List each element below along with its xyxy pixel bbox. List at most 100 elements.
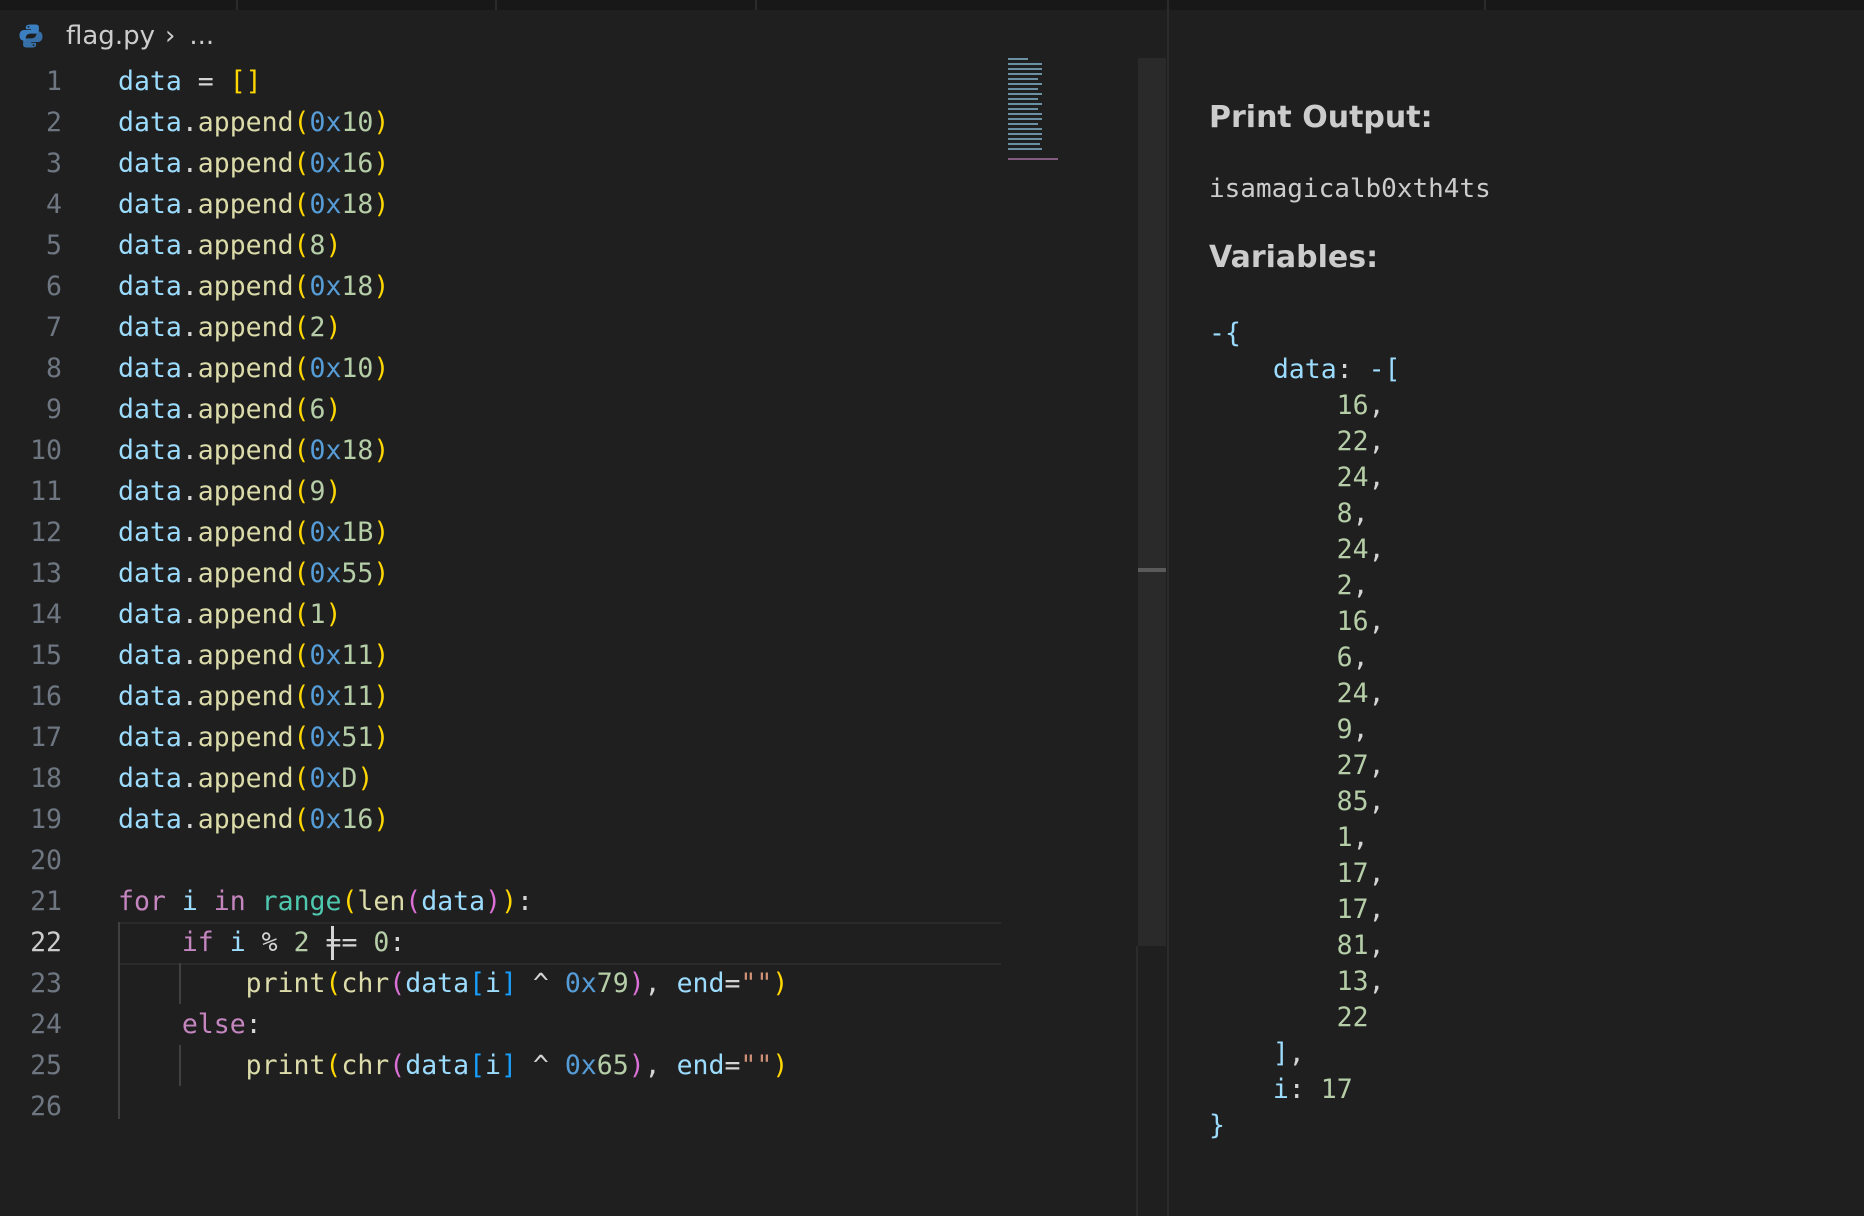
variable-data-item: 6, xyxy=(1336,642,1369,673)
panel-tab-strip xyxy=(1169,0,1864,10)
code-line[interactable]: 9 data.append(6) xyxy=(0,389,1000,430)
code-line[interactable]: 6 data.append(0x18) xyxy=(0,266,1000,307)
line-number: 2 xyxy=(46,107,62,138)
breadcrumb-more[interactable]: ... xyxy=(189,21,214,51)
line-number: 4 xyxy=(46,189,62,220)
code-line[interactable]: 19 data.append(0x16) xyxy=(0,799,1000,840)
line-number: 19 xyxy=(30,804,62,835)
variable-data-item: 24, xyxy=(1336,678,1385,709)
text-caret xyxy=(331,926,334,960)
code-line[interactable]: 3 data.append(0x16) xyxy=(0,143,1000,184)
print-output-text: isamagicalb0xth4ts xyxy=(1209,174,1491,204)
code-text: data.append(0x1B) xyxy=(118,517,390,548)
line-number: 25 xyxy=(30,1050,62,1081)
code-line[interactable]: 23 print(chr(data[i] ^ 0x79), end="") xyxy=(0,963,1000,1004)
code-text: data.append(0x16) xyxy=(118,804,390,835)
code-text: data.append(0x16) xyxy=(118,148,390,179)
vertical-scrollbar[interactable] xyxy=(1138,58,1166,946)
variable-i: i: 17 xyxy=(1272,1074,1353,1105)
line-number: 5 xyxy=(46,230,62,261)
code-editor[interactable]: flag.py › ... 1 data = [] 2 data.append(0x1… xyxy=(0,0,1168,1216)
code-line[interactable]: 1 data = [] xyxy=(0,61,1000,102)
variable-data-item: 17, xyxy=(1336,858,1385,889)
breadcrumb: flag.py › ... xyxy=(18,18,214,54)
line-number: 24 xyxy=(30,1009,62,1040)
line-number: 7 xyxy=(46,312,62,343)
code-area[interactable]: 1 data = [] 2 data.append(0x10) 3 data.append… xyxy=(0,61,1001,1127)
code-line[interactable]: 17 data.append(0x51) xyxy=(0,717,1000,758)
code-text: data = [] xyxy=(118,66,262,97)
code-text: data.append(0x18) xyxy=(118,435,390,466)
code-line[interactable]: 15 data.append(0x11) xyxy=(0,635,1000,676)
code-line[interactable]: 14 data.append(1) xyxy=(0,594,1000,635)
line-number: 1 xyxy=(46,66,62,97)
code-text: data.append(0x10) xyxy=(118,107,390,138)
code-text: print(chr(data[i] ^ 0x65), end="") xyxy=(245,1050,789,1081)
code-text: data.append(0x11) xyxy=(118,681,390,712)
line-number: 10 xyxy=(30,435,62,466)
code-text: data.append(9) xyxy=(118,476,342,507)
minimap[interactable] xyxy=(1008,58,1098,162)
line-number: 14 xyxy=(30,599,62,630)
line-number: 12 xyxy=(30,517,62,548)
code-line[interactable]: 26 xyxy=(0,1086,1000,1127)
code-line[interactable]: 24 else: xyxy=(0,1004,1000,1045)
variable-data-key: data: -[ xyxy=(1272,354,1401,385)
code-text: data.append(0x10) xyxy=(118,353,390,384)
code-line[interactable]: 18 data.append(0xD) xyxy=(0,758,1000,799)
python-file-icon xyxy=(19,24,43,48)
line-number: 6 xyxy=(46,271,62,302)
line-number: 13 xyxy=(30,558,62,589)
code-line[interactable]: 10 data.append(0x18) xyxy=(0,430,1000,471)
variable-data-item: 81, xyxy=(1336,930,1385,961)
code-line[interactable]: 13 data.append(0x55) xyxy=(0,553,1000,594)
line-number: 20 xyxy=(30,845,62,876)
code-text: for i in range(len(data)): xyxy=(118,886,533,917)
code-line[interactable]: 16 data.append(0x11) xyxy=(0,676,1000,717)
variable-data-item: 22, xyxy=(1336,426,1385,457)
output-panel: Print Output: isamagicalb0xth4ts Variabl… xyxy=(1169,0,1864,1216)
variable-data-item: 24, xyxy=(1336,534,1385,565)
tab-divider xyxy=(1484,0,1486,10)
variable-data-item: 16, xyxy=(1336,606,1385,637)
code-line[interactable]: 25 print(chr(data[i] ^ 0x65), end="") xyxy=(0,1045,1000,1086)
variable-data-item: 17, xyxy=(1336,894,1385,925)
code-line[interactable]: 11 data.append(9) xyxy=(0,471,1000,512)
variable-data-item: 13, xyxy=(1336,966,1385,997)
code-text: data.append(0x51) xyxy=(118,722,390,753)
code-line[interactable]: 22 if i % 2 == 0: xyxy=(0,922,1001,965)
variable-data-close: ], xyxy=(1272,1038,1305,1069)
editor-tab-strip xyxy=(0,0,1168,10)
print-output-heading: Print Output: xyxy=(1209,100,1433,135)
code-text: if i % 2 == 0: xyxy=(181,927,406,958)
variable-data-item: 24, xyxy=(1336,462,1385,493)
variable-data-item: 27, xyxy=(1336,750,1385,781)
indent-guide xyxy=(179,1045,181,1086)
code-line[interactable]: 5 data.append(8) xyxy=(0,225,1000,266)
line-number: 15 xyxy=(30,640,62,671)
scrollbar-marker xyxy=(1138,568,1166,572)
code-text: data.append(0x18) xyxy=(118,189,390,220)
code-line[interactable]: 2 data.append(0x10) xyxy=(0,102,1000,143)
breadcrumb-file[interactable]: flag.py xyxy=(66,21,155,51)
code-line[interactable]: 8 data.append(0x10) xyxy=(0,348,1000,389)
variables-open-brace: -{ xyxy=(1209,318,1241,349)
variable-data-item: 8, xyxy=(1336,498,1369,529)
line-number: 23 xyxy=(30,968,62,999)
code-line[interactable]: 21 for i in range(len(data)): xyxy=(0,881,1000,922)
code-text: data.append(2) xyxy=(118,312,342,343)
code-text: data.append(1) xyxy=(118,599,342,630)
code-line[interactable]: 4 data.append(0x18) xyxy=(0,184,1000,225)
line-number: 8 xyxy=(46,353,62,384)
code-text: print(chr(data[i] ^ 0x79), end="") xyxy=(245,968,789,999)
line-number: 17 xyxy=(30,722,62,753)
variables-heading: Variables: xyxy=(1209,240,1379,275)
tab-divider xyxy=(755,0,757,10)
code-line[interactable]: 20 xyxy=(0,840,1000,881)
line-number: 26 xyxy=(30,1091,62,1122)
code-line[interactable]: 12 data.append(0x1B) xyxy=(0,512,1000,553)
code-line[interactable]: 7 data.append(2) xyxy=(0,307,1000,348)
line-number: 22 xyxy=(30,927,62,958)
tab-divider xyxy=(495,0,497,10)
code-text: data.append(0xD) xyxy=(118,763,374,794)
